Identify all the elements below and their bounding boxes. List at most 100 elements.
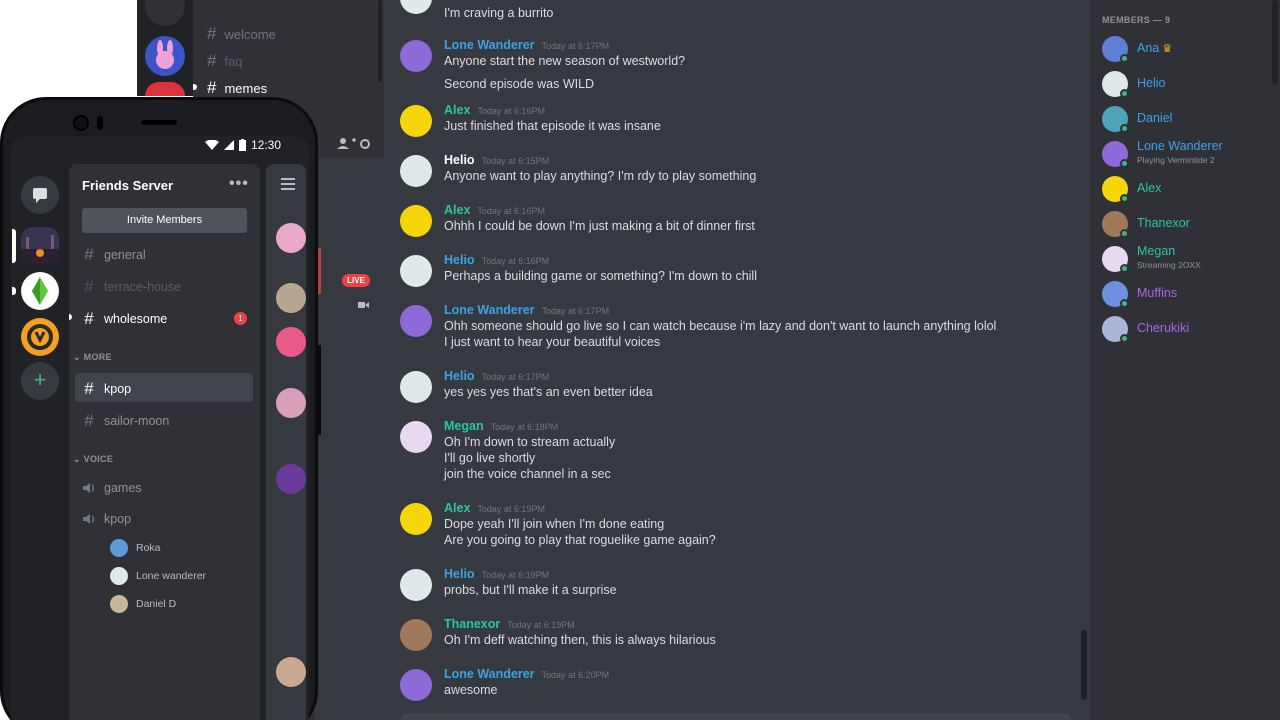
invite-members-button[interactable]: Invite Members: [82, 208, 247, 233]
channel-general[interactable]: # general: [82, 245, 145, 265]
member-item[interactable]: Daniel: [1102, 105, 1272, 135]
avatar[interactable]: [400, 421, 432, 453]
avatar[interactable]: [400, 105, 432, 137]
desktop-channel-welcome[interactable]: # welcome: [207, 24, 276, 44]
speaker-icon: [83, 483, 95, 493]
video-icon[interactable]: [358, 300, 370, 310]
category-more[interactable]: ⌄ MORE: [73, 352, 112, 363]
avatar: [276, 327, 306, 357]
member-activity: Playing Vermintide 2: [1137, 155, 1215, 165]
member-name-text: Megan: [1137, 244, 1176, 258]
avatar[interactable]: [400, 155, 432, 187]
online-status-icon: [1120, 89, 1129, 98]
message-header: Lone Wanderer Today at 6:20PM: [444, 667, 609, 681]
message-header: Alex Today at 6:16PM: [444, 103, 545, 117]
desktop-channel-faq[interactable]: # faq: [207, 51, 243, 71]
author-name[interactable]: Helio: [444, 153, 475, 167]
member-name: Alex: [1137, 181, 1161, 195]
add-server-button[interactable]: +: [21, 362, 59, 400]
online-status-icon: [1120, 54, 1129, 63]
online-status-icon: [1120, 124, 1129, 133]
unread-server-pill: [12, 287, 16, 295]
avatar: [276, 223, 306, 253]
channel-kpop[interactable]: # kpop: [82, 379, 131, 399]
author-name[interactable]: Lone Wanderer: [444, 667, 535, 681]
author-name[interactable]: Lone Wanderer: [444, 303, 535, 317]
avatar[interactable]: [400, 569, 432, 601]
server-name[interactable]: Friends Server: [82, 178, 173, 193]
avatar[interactable]: [400, 205, 432, 237]
author-name[interactable]: Alex: [444, 203, 470, 217]
message-header: Alex Today at 6:16PM: [444, 203, 545, 217]
campfire-icon: [21, 235, 59, 265]
member-item[interactable]: Helio: [1102, 70, 1272, 100]
message-text: yes yes yes that's an even better idea: [444, 385, 653, 399]
avatar[interactable]: [400, 371, 432, 403]
add-user-icon[interactable]: [315, 130, 384, 158]
voice-user[interactable]: Roka: [110, 539, 161, 557]
member-name: Ana ♛: [1137, 41, 1172, 55]
call-strip: [315, 130, 384, 720]
timestamp: Today at 6:16PM: [481, 256, 550, 266]
avatar[interactable]: [400, 255, 432, 287]
voice-channel-kpop[interactable]: kpop: [82, 512, 131, 526]
server-icon-bunny[interactable]: [145, 36, 185, 76]
channel-sailor-moon[interactable]: # sailor-moon: [82, 411, 169, 431]
member-item[interactable]: Ana ♛: [1102, 35, 1272, 65]
avatar[interactable]: [400, 40, 432, 72]
avatar[interactable]: [400, 669, 432, 701]
online-status-icon: [1120, 264, 1129, 273]
avatar: [110, 595, 128, 613]
author-name[interactable]: Lone Wanderer: [444, 38, 535, 52]
author-name[interactable]: Alex: [444, 103, 470, 117]
avatar[interactable]: [400, 305, 432, 337]
hash-icon: #: [207, 24, 217, 43]
server-menu-icon[interactable]: •••: [229, 175, 249, 193]
member-item[interactable]: Megan Streaming 2OXX: [1102, 244, 1272, 275]
avatar: [276, 657, 306, 687]
author-name[interactable]: Helio: [444, 369, 475, 383]
message-text: Perhaps a building game or something? I'…: [444, 269, 757, 283]
hamburger-icon[interactable]: [281, 178, 295, 193]
avatar[interactable]: [400, 503, 432, 535]
author-name[interactable]: Helio: [444, 253, 475, 267]
avatar[interactable]: [400, 619, 432, 651]
server-icon-campfire[interactable]: [21, 227, 59, 265]
member-item[interactable]: Alex: [1102, 175, 1272, 205]
author-name[interactable]: Megan: [444, 419, 484, 433]
chat-bubble-icon: [33, 188, 47, 203]
voice-channel-games[interactable]: games: [82, 481, 142, 495]
timestamp: Today at 6:16PM: [477, 106, 545, 116]
member-activity: Streaming 2OXX: [1137, 260, 1201, 270]
dm-button[interactable]: [21, 176, 59, 214]
channel-terrace-house[interactable]: # terrace-house: [82, 277, 181, 297]
chat-scrollbar[interactable]: [1081, 630, 1087, 700]
server-icon-overwatch[interactable]: [21, 318, 59, 356]
member-item[interactable]: Lone Wanderer Playing Vermintide 2: [1102, 139, 1272, 170]
member-scrollbar[interactable]: [1272, 0, 1278, 85]
server-icon-sims[interactable]: [21, 272, 59, 310]
voice-user[interactable]: Daniel D: [110, 595, 176, 613]
author-name[interactable]: Helio: [444, 567, 475, 581]
author-name[interactable]: Alex: [444, 501, 470, 515]
message-text: join the voice channel in a sec: [444, 467, 611, 481]
desktop-channel-memes[interactable]: # memes: [207, 78, 267, 98]
voice-user[interactable]: Lone wanderer: [110, 567, 206, 585]
member-item[interactable]: Thanexor: [1102, 210, 1272, 240]
message-header: Alex Today at 6:19PM: [444, 501, 545, 515]
member-name: Lone Wanderer: [1137, 139, 1223, 153]
online-status-icon: [1120, 334, 1129, 343]
member-name-text: Helio: [1137, 76, 1166, 90]
channel-scrollbar[interactable]: [378, 0, 382, 82]
member-name: Megan: [1137, 244, 1175, 258]
author-name[interactable]: Thanexor: [444, 617, 500, 631]
category-voice[interactable]: ⌄ VOICE: [73, 454, 113, 465]
channel-wholesome[interactable]: # wholesome: [82, 309, 167, 329]
member-item[interactable]: Cherukiki: [1102, 315, 1272, 345]
server-icon-red[interactable]: [145, 82, 185, 96]
message-input[interactable]: [400, 713, 1072, 720]
member-item[interactable]: Muffins: [1102, 280, 1272, 310]
member-name: Thanexor: [1137, 216, 1190, 230]
message-header: Helio Today at 6:19PM: [444, 567, 549, 581]
member-name: Helio: [1137, 76, 1166, 90]
